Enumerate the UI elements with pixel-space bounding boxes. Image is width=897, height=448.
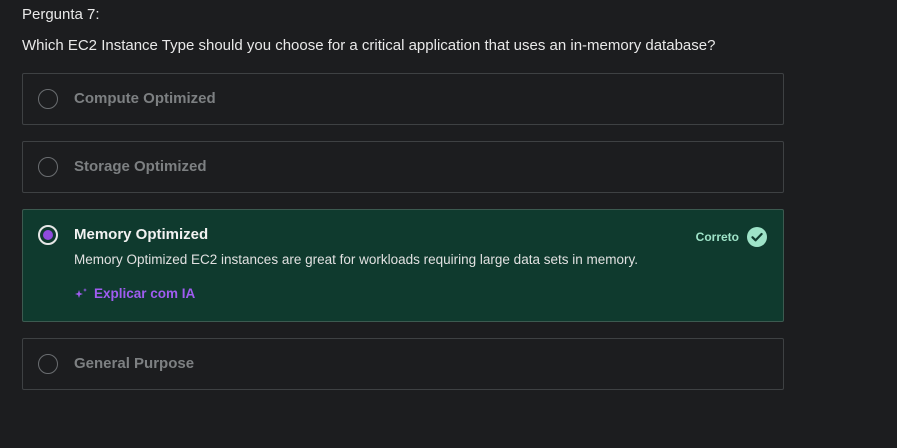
answer-option-compute-optimized[interactable]: Compute Optimized <box>22 73 784 125</box>
question-number: Pergunta 7: <box>22 6 100 23</box>
check-circle-icon <box>747 227 767 247</box>
sparkle-icon <box>75 287 87 298</box>
question-text: Which EC2 Instance Type should you choos… <box>22 37 716 54</box>
correct-label: Correto <box>695 230 739 244</box>
quiz-question-panel: Pergunta 7: Which EC2 Instance Type shou… <box>0 0 897 448</box>
radio-button[interactable] <box>38 354 58 374</box>
answer-option-general-purpose[interactable]: General Purpose <box>22 338 784 390</box>
correct-indicator: Correto <box>696 227 767 247</box>
answer-explanation: Memory Optimized EC2 instances are great… <box>74 252 638 267</box>
explain-with-ai-button[interactable]: Explicar com IA <box>74 286 195 301</box>
answer-option-label: General Purpose <box>74 355 195 372</box>
radio-button[interactable] <box>38 89 58 109</box>
answer-option-label: Memory Optimized <box>74 226 209 243</box>
answer-option-memory-optimized[interactable]: Memory Optimized Correto Memory Optimize… <box>22 209 784 322</box>
answer-option-storage-optimized[interactable]: Storage Optimized <box>22 141 784 193</box>
answer-option-label: Compute Optimized <box>74 90 216 107</box>
radio-button[interactable] <box>38 157 58 177</box>
explain-with-ai-label: Explicar com IA <box>94 286 196 301</box>
answer-option-label: Storage Optimized <box>74 158 207 175</box>
radio-button-selected[interactable] <box>38 225 58 245</box>
